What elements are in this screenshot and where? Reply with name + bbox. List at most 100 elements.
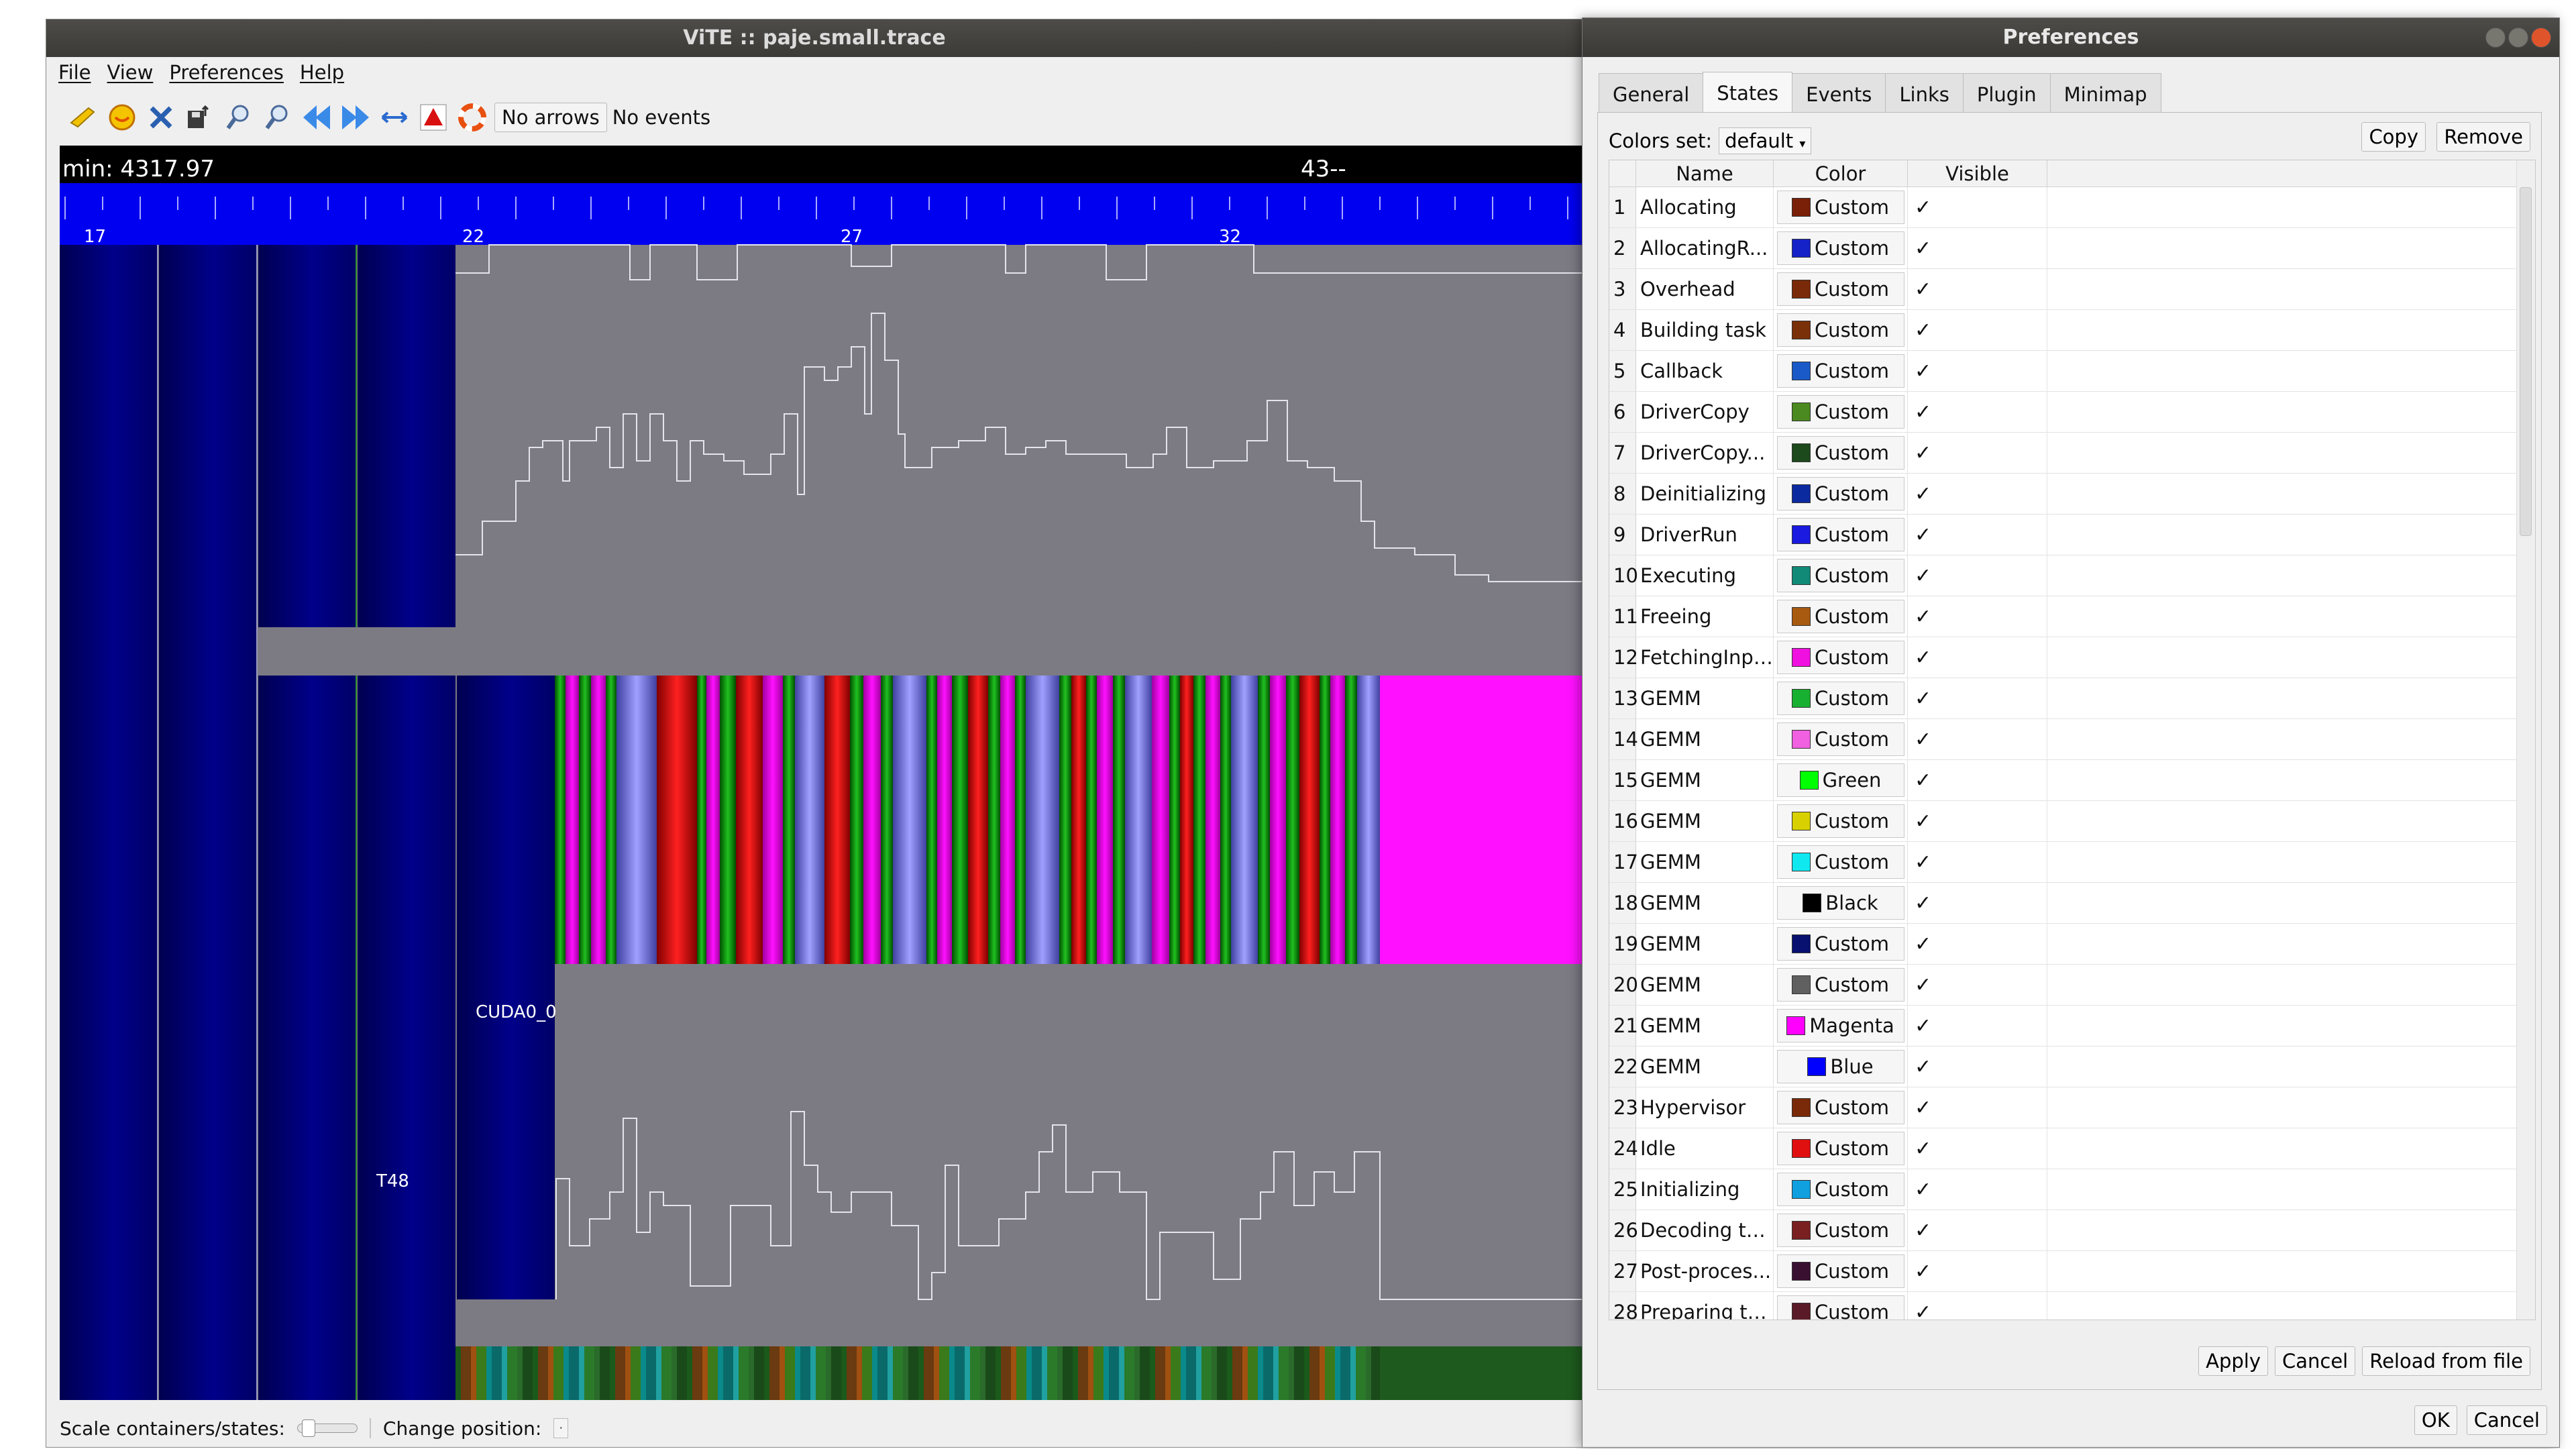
- header-visible[interactable]: Visible: [1908, 160, 2047, 186]
- bottom-state-segment[interactable]: [754, 1346, 764, 1400]
- bottom-state-segment[interactable]: [692, 1346, 702, 1400]
- state-segment[interactable]: [606, 676, 616, 964]
- color-button[interactable]: Custom: [1776, 395, 1904, 429]
- bottom-state-segment[interactable]: [1201, 1346, 1212, 1400]
- maximize-icon[interactable]: [2508, 28, 2528, 48]
- color-button[interactable]: Blue: [1776, 1050, 1904, 1083]
- menu-view[interactable]: View: [107, 61, 154, 84]
- colors-set-select[interactable]: default ▾: [1719, 127, 1812, 154]
- bottom-state-segment[interactable]: [1309, 1346, 1320, 1400]
- bottom-state-segment[interactable]: [769, 1346, 780, 1400]
- bottom-state-segment[interactable]: [1273, 1346, 1279, 1400]
- table-row[interactable]: 4 Building task Custom ✓: [1609, 310, 2535, 351]
- bottom-state-segment[interactable]: [764, 1346, 769, 1400]
- bottom-state-segment[interactable]: [862, 1346, 872, 1400]
- bottom-state-segment[interactable]: [1057, 1346, 1063, 1400]
- bottom-state-segment[interactable]: [733, 1346, 739, 1400]
- container-col-3[interactable]: [258, 245, 356, 627]
- bottom-state-segment[interactable]: [939, 1346, 949, 1400]
- state-name[interactable]: GEMM: [1636, 924, 1774, 964]
- table-row[interactable]: 13 GEMM Custom ✓: [1609, 678, 2535, 719]
- bottom-state-segment[interactable]: [841, 1346, 847, 1400]
- bottom-state-segment[interactable]: [553, 1346, 564, 1400]
- state-segment[interactable]: [1180, 676, 1193, 964]
- state-block-magenta[interactable]: [1380, 676, 1583, 964]
- bottom-state-segment[interactable]: [980, 1346, 985, 1400]
- bottom-state-segment[interactable]: [1093, 1346, 1104, 1400]
- bottom-state-segment[interactable]: [800, 1346, 810, 1400]
- state-segment[interactable]: [1205, 676, 1220, 964]
- state-name[interactable]: GEMM: [1636, 678, 1774, 718]
- bottom-state-segment[interactable]: [455, 1346, 461, 1400]
- state-name[interactable]: FetchingInput: [1636, 637, 1774, 678]
- close-icon[interactable]: [2531, 28, 2551, 48]
- bottom-state-segment[interactable]: [533, 1346, 538, 1400]
- visible-checkbox[interactable]: ✓: [1908, 1169, 2047, 1210]
- table-row[interactable]: 28 Preparing ta... Custom ✓: [1609, 1292, 2535, 1320]
- table-row[interactable]: 19 GEMM Custom ✓: [1609, 924, 2535, 965]
- visible-checkbox[interactable]: ✓: [1908, 596, 2047, 637]
- table-row[interactable]: 27 Post-proces... Custom ✓: [1609, 1251, 2535, 1292]
- state-bar-gpu[interactable]: [555, 676, 1380, 964]
- visible-checkbox[interactable]: ✓: [1908, 310, 2047, 350]
- bottom-state-segment[interactable]: [1181, 1346, 1186, 1400]
- remove-button[interactable]: Remove: [2436, 122, 2530, 152]
- state-segment[interactable]: [1152, 676, 1169, 964]
- table-row[interactable]: 16 GEMM Custom ✓: [1609, 801, 2535, 842]
- state-segment[interactable]: [1320, 676, 1330, 964]
- color-button[interactable]: Magenta: [1776, 1009, 1904, 1042]
- header-color[interactable]: Color: [1774, 160, 1908, 186]
- state-name[interactable]: Allocating: [1636, 187, 1774, 227]
- color-button[interactable]: Custom: [1776, 1214, 1904, 1247]
- visible-checkbox[interactable]: ✓: [1908, 187, 2047, 227]
- bottom-state-segment[interactable]: [677, 1346, 687, 1400]
- bottom-state-segment[interactable]: [1304, 1346, 1309, 1400]
- state-name[interactable]: GEMM: [1636, 1046, 1774, 1087]
- state-segment[interactable]: [706, 676, 720, 964]
- table-row[interactable]: 14 GEMM Custom ✓: [1609, 719, 2535, 760]
- zoom-in-icon[interactable]: [222, 101, 256, 134]
- bottom-state-segment[interactable]: [903, 1346, 908, 1400]
- bottom-state-segment[interactable]: [1011, 1346, 1016, 1400]
- visible-checkbox[interactable]: ✓: [1908, 351, 2047, 391]
- state-segment[interactable]: [555, 676, 566, 964]
- state-segment[interactable]: [616, 676, 657, 964]
- bottom-state-segment[interactable]: [1340, 1346, 1350, 1400]
- visible-checkbox[interactable]: ✓: [1908, 515, 2047, 555]
- bottom-state-segment[interactable]: [594, 1346, 600, 1400]
- bottom-state-segment[interactable]: [1032, 1346, 1042, 1400]
- visible-checkbox[interactable]: ✓: [1908, 1046, 2047, 1087]
- table-row[interactable]: 24 Idle Custom ✓: [1609, 1128, 2535, 1169]
- state-segment[interactable]: [795, 676, 824, 964]
- zoom-out-icon[interactable]: [261, 101, 294, 134]
- state-segment[interactable]: [1086, 676, 1097, 964]
- bottom-state-segment[interactable]: [816, 1346, 826, 1400]
- state-segment[interactable]: [1299, 676, 1320, 964]
- bottom-state-segment[interactable]: [631, 1346, 641, 1400]
- state-segment[interactable]: [1125, 676, 1152, 964]
- color-button[interactable]: Custom: [1776, 968, 1904, 1002]
- state-bar-bottom[interactable]: [455, 1346, 1583, 1400]
- container-col-1[interactable]: [60, 245, 158, 1400]
- color-button[interactable]: Custom: [1776, 1254, 1904, 1288]
- bottom-state-segment[interactable]: [949, 1346, 955, 1400]
- minimize-icon[interactable]: [2485, 28, 2506, 48]
- bottom-state-segment[interactable]: [1217, 1346, 1227, 1400]
- bottom-state-segment[interactable]: [1212, 1346, 1217, 1400]
- visible-checkbox[interactable]: ✓: [1908, 555, 2047, 596]
- bottom-state-segment[interactable]: [661, 1346, 672, 1400]
- state-name[interactable]: GEMM: [1636, 842, 1774, 882]
- bottom-state-segment[interactable]: [955, 1346, 965, 1400]
- bottom-state-segment[interactable]: [492, 1346, 502, 1400]
- visible-checkbox[interactable]: ✓: [1908, 1006, 2047, 1046]
- menu-help[interactable]: Help: [300, 61, 344, 84]
- cancel-button[interactable]: Cancel: [2466, 1405, 2547, 1435]
- table-row[interactable]: 26 Decoding ta... Custom ✓: [1609, 1210, 2535, 1251]
- bottom-state-segment[interactable]: [600, 1346, 610, 1400]
- table-row[interactable]: 3 Overhead Custom ✓: [1609, 269, 2535, 310]
- state-segment[interactable]: [1345, 676, 1357, 964]
- bottom-state-segment[interactable]: [1140, 1346, 1150, 1400]
- state-name[interactable]: DriverCopy: [1636, 392, 1774, 432]
- bottom-state-segment[interactable]: [970, 1346, 980, 1400]
- bottom-state-segment[interactable]: [996, 1346, 1001, 1400]
